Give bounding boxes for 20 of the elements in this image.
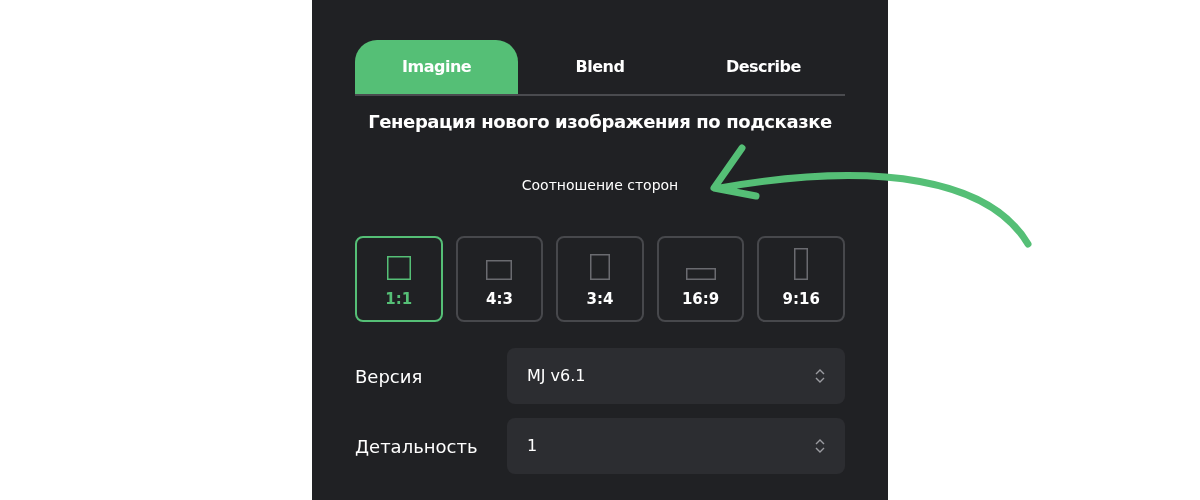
chevron-up-down-icon xyxy=(815,368,825,384)
aspect-ratio-option[interactable]: 1:1 xyxy=(355,236,443,322)
rectangle-icon xyxy=(685,267,716,280)
rectangle-icon xyxy=(386,255,411,280)
select-field[interactable]: 1 xyxy=(507,418,845,474)
rectangle-icon xyxy=(590,253,610,280)
field-label: Версия xyxy=(355,364,424,389)
rectangle-icon xyxy=(486,259,513,280)
aspect-ratio-option[interactable]: 4:3 xyxy=(455,236,544,322)
tab[interactable]: Describe xyxy=(681,40,845,94)
aspect-ratio-option[interactable]: 3:4 xyxy=(556,236,644,322)
tab[interactable]: Blend xyxy=(518,40,682,94)
aspect-ratio-label: Соотношение сторон xyxy=(520,176,680,195)
aspect-ratio-option[interactable]: 16:9 xyxy=(656,236,745,322)
heading: Генерация нового изображения по подсказке xyxy=(367,110,833,134)
rectangle-icon xyxy=(794,247,809,280)
chevron-up-down-icon xyxy=(815,438,825,454)
aspect-ratio-option[interactable]: 9:16 xyxy=(757,236,845,322)
field-label: Детальность xyxy=(355,434,479,459)
select-field[interactable]: MJ v6.1 xyxy=(507,348,845,404)
